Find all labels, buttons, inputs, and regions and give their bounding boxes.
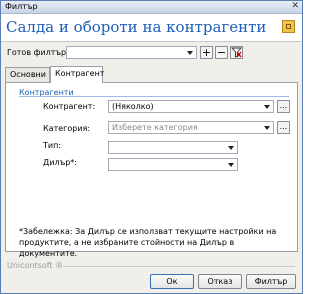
preset-filter-label: Готов филтър:: [7, 48, 69, 57]
dialog-header: Салда и обороти на контрагенти: [1, 14, 302, 42]
add-filter-button[interactable]: +: [200, 46, 213, 59]
kontragent-label: Контрагент:: [43, 102, 96, 111]
filter-dialog: Филтър ✕ Салда и обороти на контрагенти …: [0, 0, 303, 294]
category-placeholder: Изберете категория: [112, 123, 198, 132]
chevron-down-icon: [187, 51, 193, 55]
ellipsis-icon: ...: [279, 122, 288, 131]
type-label: Тип:: [43, 141, 62, 150]
group-divider: [19, 96, 289, 97]
minus-icon: −: [216, 46, 227, 59]
dealer-note: *Забележка: За Дилър се използват текущи…: [19, 227, 277, 258]
chevron-down-icon: [228, 163, 234, 167]
clear-filter-button[interactable]: [230, 46, 243, 59]
kontragent-browse-button[interactable]: ...: [277, 100, 290, 113]
filter-button[interactable]: Филтър: [246, 274, 296, 289]
kontragent-value: (Няколко): [112, 102, 154, 111]
tab-general[interactable]: Основни: [5, 67, 50, 82]
ok-button[interactable]: Ок: [150, 274, 194, 289]
ellipsis-icon: ...: [279, 101, 288, 110]
preset-filter-select[interactable]: [66, 46, 197, 59]
cancel-button[interactable]: Отказ: [198, 274, 242, 289]
tab-kontragent-label: Контрагент: [55, 69, 105, 78]
tab-kontragent[interactable]: Контрагент: [50, 66, 105, 83]
tab-general-label: Основни: [10, 70, 46, 79]
window-title: Филтър: [5, 2, 38, 11]
kontragent-select[interactable]: (Няколко): [108, 100, 274, 113]
dialog-heading: Салда и обороти на контрагенти: [6, 18, 267, 36]
plus-icon: +: [201, 46, 212, 59]
close-icon[interactable]: ✕: [291, 2, 299, 11]
chevron-down-icon: [228, 146, 234, 150]
type-select[interactable]: [108, 141, 238, 154]
category-label: Категория:: [43, 124, 91, 133]
clear-filter-icon: [231, 47, 242, 58]
dealer-label: Дилър*:: [43, 158, 77, 167]
app-logo-icon: [282, 20, 295, 33]
chevron-down-icon: [264, 126, 270, 130]
footer-divider: [63, 266, 295, 267]
category-select[interactable]: Изберете категория: [108, 121, 274, 134]
category-browse-button[interactable]: ...: [277, 121, 290, 134]
remove-filter-button[interactable]: −: [215, 46, 228, 59]
title-bar: Филтър ✕: [1, 1, 302, 14]
chevron-down-icon: [264, 105, 270, 109]
dealer-select[interactable]: [108, 158, 238, 171]
brand-footer: Unicontsoft ®: [7, 261, 64, 270]
